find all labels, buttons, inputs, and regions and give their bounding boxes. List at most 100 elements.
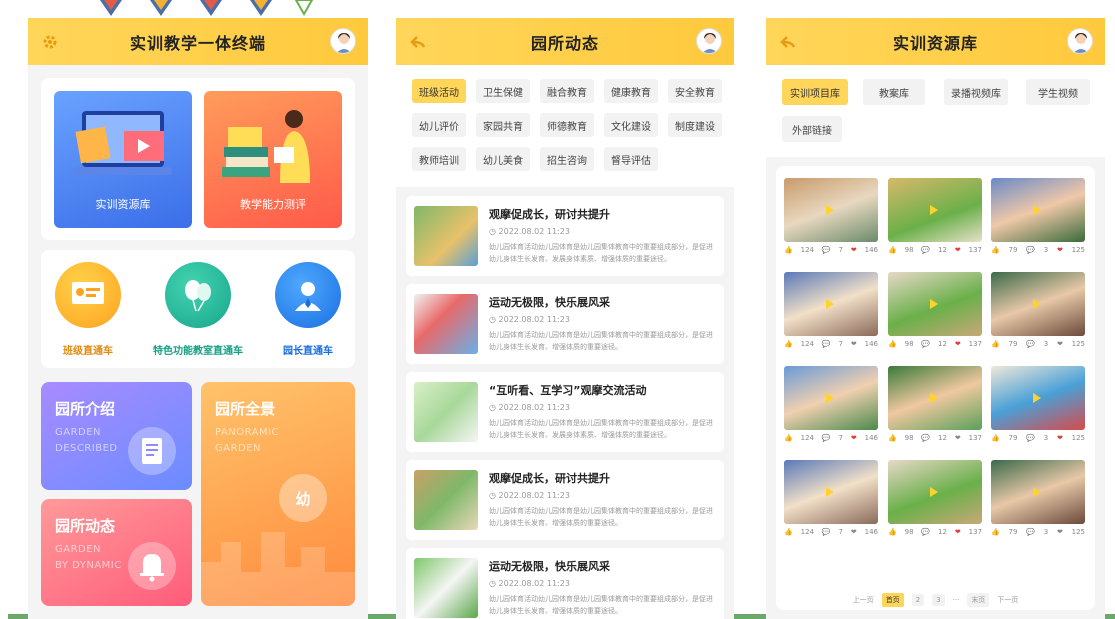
page-link[interactable]: 3 [932, 594, 945, 606]
resource-tab[interactable]: 外部链接 [782, 116, 842, 142]
play-icon [1033, 205, 1041, 215]
play-icon [930, 205, 938, 215]
class-shortcut-button[interactable] [55, 262, 121, 328]
first-page-link[interactable]: 首页 [881, 593, 904, 607]
garden-intro-card[interactable]: 园所介绍 GARDEN DESCRIBED [41, 382, 192, 490]
avatar[interactable] [696, 28, 722, 54]
video-thumbnail[interactable] [888, 366, 982, 430]
prev-page-link[interactable]: 上一页 [853, 595, 874, 605]
video-thumbnail[interactable] [991, 272, 1085, 336]
gear-icon[interactable] [40, 32, 60, 52]
category-chip[interactable]: 文化建设 [604, 113, 658, 137]
news-screen: 园所动态 班级活动 卫生保健 融合教育 健康教育 安全教育 幼儿评价 家园共育 … [396, 18, 734, 619]
page-title: 园所动态 [530, 33, 599, 53]
news-thumbnail [414, 294, 478, 354]
video-stats: 👍 79 💬 3 ❤ 125 [991, 528, 1085, 536]
resource-tab[interactable]: 录播视频库 [944, 79, 1008, 105]
video-stats: 👍 98 💬 12 ❤ 137 [888, 528, 982, 536]
category-chip[interactable]: 融合教育 [540, 79, 594, 103]
news-thumbnail [414, 558, 478, 618]
video-thumbnail[interactable] [991, 178, 1085, 242]
news-item[interactable]: 观摩促成长，研讨共提升 ◷ 2022.08.02 11:23 幼儿园体育活动幼儿… [406, 460, 724, 540]
laptop-icon [74, 111, 172, 175]
play-icon [1033, 299, 1041, 309]
play-icon [826, 299, 834, 309]
category-chip[interactable]: 幼儿美食 [476, 147, 530, 171]
next-page-link[interactable]: 下一页 [997, 595, 1018, 605]
video-thumbnail[interactable] [888, 272, 982, 336]
category-chip[interactable]: 师德教育 [540, 113, 594, 137]
shortcut-label: 特色功能教室直通车 [153, 346, 243, 357]
garden-panorama-card[interactable]: 园所全景 PANORAMIC GARDEN 幼 [201, 382, 355, 606]
category-chip[interactable]: 健康教育 [604, 79, 658, 103]
video-thumbnail[interactable] [888, 460, 982, 524]
page-link[interactable]: 2 [911, 594, 925, 606]
news-title: 观摩促成长，研讨共提升 [489, 208, 610, 221]
resource-tab[interactable]: 学生视频 [1026, 79, 1090, 105]
news-thumbnail [414, 470, 478, 530]
play-icon [826, 487, 834, 497]
training-resource-tile[interactable]: 实训资源库 [54, 91, 192, 228]
news-title: 运动无极限，快乐展风采 [489, 296, 610, 309]
news-item[interactable]: 运动无极限，快乐展风采 ◷ 2022.08.02 11:23 幼儿园体育活动幼儿… [406, 284, 724, 364]
category-chip[interactable]: 制度建设 [668, 113, 722, 137]
category-chip[interactable]: 卫生保健 [476, 79, 530, 103]
video-stats: 👍 98 💬 12 ❤ 137 [888, 340, 982, 348]
video-thumbnail[interactable] [888, 178, 982, 242]
bell-icon [128, 542, 176, 590]
category-chip[interactable]: 教师培训 [412, 147, 466, 171]
news-date: ◷ 2022.08.02 11:23 [489, 315, 570, 324]
video-thumbnail[interactable] [991, 366, 1085, 430]
last-page-link[interactable]: 末页 [967, 593, 990, 607]
tile-label: 实训资源库 [95, 198, 151, 211]
card-title: 园所全景 [215, 400, 276, 418]
avatar[interactable] [1067, 28, 1093, 54]
video-thumbnail[interactable] [784, 272, 878, 336]
video-thumbnail[interactable] [991, 460, 1085, 524]
pagination: 上一页 首页 2 3 ··· 末页 下一页 [766, 593, 1105, 607]
play-icon [930, 299, 938, 309]
pennant-banner [100, 0, 314, 17]
tile-label: 教学能力测评 [240, 198, 306, 211]
garden-news-card[interactable]: 园所动态 GARDEN BY DYNAMIC [41, 499, 192, 606]
video-thumbnail[interactable] [784, 366, 878, 430]
top-bar: 园所动态 [396, 18, 734, 65]
play-icon [1033, 487, 1041, 497]
resource-tab[interactable]: 实训项目库 [782, 79, 848, 105]
video-stats: 👍 124 💬 7 ❤ 146 [784, 434, 878, 442]
video-stats: 👍 124 💬 7 ❤ 146 [784, 246, 878, 254]
news-date: ◷ 2022.08.02 11:23 [489, 403, 570, 412]
city-silhouette [201, 532, 355, 606]
shortcut-label: 园长直通车 [283, 346, 333, 357]
category-chip[interactable]: 幼儿评价 [412, 113, 466, 137]
news-item[interactable]: 观摩促成长，研讨共提升 ◷ 2022.08.02 11:23 幼儿园体育活动幼儿… [406, 196, 724, 276]
video-stats: 👍 79 💬 3 ❤ 125 [991, 246, 1085, 254]
avatar[interactable] [330, 28, 356, 54]
category-chip[interactable]: 督导评估 [604, 147, 658, 171]
badge-text: 幼 [295, 489, 311, 508]
back-arrow-icon[interactable] [778, 32, 798, 52]
news-item[interactable]: 运动无极限，快乐展风采 ◷ 2022.08.02 11:23 幼儿园体育活动幼儿… [406, 548, 724, 619]
news-item[interactable]: “互听看、互学习”观摩交流活动 ◷ 2022.08.02 11:23 幼儿园体育… [406, 372, 724, 452]
back-arrow-icon[interactable] [408, 32, 428, 52]
news-excerpt: 幼儿园体育活动幼儿园体育是幼儿园集体教育中的重要组成部分，是促进幼儿身体生长发育… [489, 331, 713, 351]
principal-shortcut-button[interactable] [275, 262, 341, 328]
special-room-shortcut-button[interactable] [165, 262, 231, 328]
category-chip[interactable]: 班级活动 [412, 79, 466, 103]
resource-tab[interactable]: 教案库 [863, 79, 925, 105]
category-chip[interactable]: 招生咨询 [540, 147, 594, 171]
video-stats: 👍 124 💬 7 ❤ 146 [784, 340, 878, 348]
blackboard-icon [72, 282, 104, 304]
card-subtitle: PANORAMIC GARDEN [215, 427, 280, 454]
resource-tab-panel: 实训项目库 教案库 录播视频库 学生视频 外部链接 [766, 65, 1105, 157]
news-date: ◷ 2022.08.02 11:23 [489, 491, 570, 500]
video-thumbnail[interactable] [784, 178, 878, 242]
news-title: 观摩促成长，研讨共提升 [489, 472, 610, 485]
category-chip[interactable]: 安全教育 [668, 79, 722, 103]
category-chip[interactable]: 家园共育 [476, 113, 530, 137]
news-excerpt: 幼儿园体育活动幼儿园体育是幼儿园集体教育中的重要组成部分，是促进幼儿身体生长发育… [489, 419, 713, 439]
top-bar: 实训资源库 [766, 18, 1105, 65]
teaching-assessment-tile[interactable]: 教学能力测评 [204, 91, 342, 228]
base-bar [366, 614, 398, 619]
video-thumbnail[interactable] [784, 460, 878, 524]
